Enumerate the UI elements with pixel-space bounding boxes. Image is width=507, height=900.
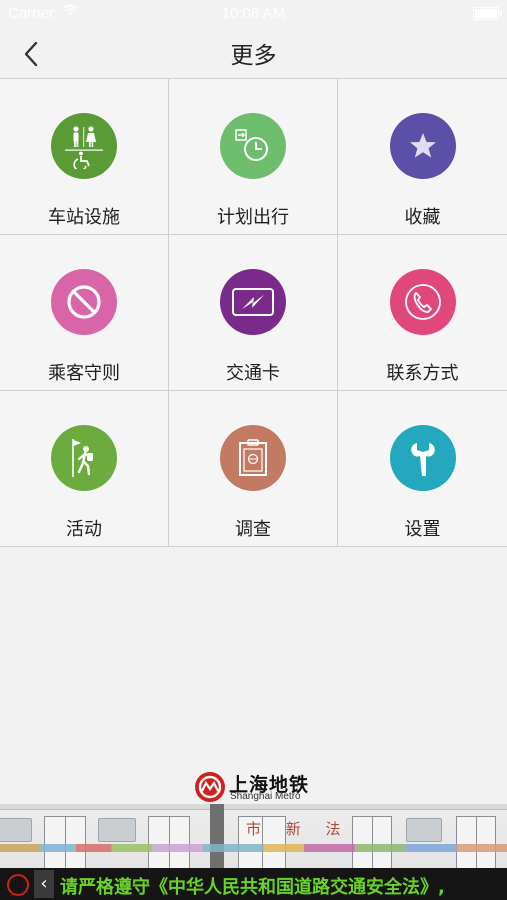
train-window (98, 818, 136, 842)
icon-circle (51, 425, 117, 491)
train-car-gap (210, 804, 224, 868)
icon-circle (220, 269, 286, 335)
plan-clock-icon (235, 129, 268, 161)
icon-circle (389, 113, 456, 179)
menu-item-label: 计划出行 (217, 207, 289, 228)
logo-english-text: Shanghai Metro (230, 791, 301, 802)
ticker-text: 请严格遵守《中华人民共和国道路交通安全法》, (60, 877, 445, 898)
menu-item-activities[interactable]: 活动 (0, 391, 169, 547)
menu-item-label: 车站设施 (48, 207, 120, 228)
menu-item-label: 收藏 (404, 207, 441, 228)
menu-item-label: 交通卡 (226, 363, 280, 384)
clipboard-survey-icon (239, 439, 267, 476)
menu-item-label: 乘客守则 (48, 363, 120, 384)
icon-circle (389, 425, 456, 491)
menu-item-label: 联系方式 (386, 363, 459, 384)
transit-card-icon (232, 288, 274, 316)
nav-bar: 更多 (0, 28, 507, 78)
battery-icon (473, 7, 502, 20)
train-illustration: 市 新 法 (0, 804, 507, 868)
metro-logo-icon (7, 874, 29, 896)
menu-item-trip-planner[interactable]: 计划出行 (169, 79, 338, 235)
menu-item-contact[interactable]: 联系方式 (338, 235, 507, 391)
icon-circle (389, 269, 456, 335)
restroom-accessibility-icon (65, 126, 103, 169)
icon-circle (220, 113, 286, 179)
train-door (456, 816, 496, 868)
icon-circle (51, 269, 117, 335)
shanghai-metro-logo: 上海地铁 Shanghai Metro (195, 770, 320, 804)
menu-item-transit-card[interactable]: 交通卡 (169, 235, 338, 391)
menu-item-passenger-rules[interactable]: 乘客守则 (0, 235, 169, 391)
wrench-icon (410, 443, 435, 476)
train-door (44, 816, 86, 868)
prohibited-icon (67, 285, 101, 319)
menu-item-label: 活动 (66, 519, 102, 540)
metro-logo-icon (195, 772, 225, 802)
ticker-back-button[interactable]: ‹ (34, 870, 54, 898)
icon-circle (51, 113, 117, 179)
train-door (148, 816, 190, 868)
clock: 10:08 AM (221, 5, 286, 22)
train-door (352, 816, 392, 868)
menu-item-station-facilities[interactable]: 车站设施 (0, 79, 169, 235)
menu-item-label: 调查 (235, 519, 271, 540)
page-title: 更多 (230, 43, 277, 69)
menu-item-settings[interactable]: 设置 (338, 391, 507, 547)
train-text: 市 新 法 (246, 820, 351, 838)
notice-ticker: ‹ 请严格遵守《中华人民共和国道路交通安全法》, (0, 868, 507, 900)
train-color-stripe (0, 844, 507, 852)
star-icon (409, 133, 436, 158)
menu-item-favorites[interactable]: 收藏 (338, 79, 507, 235)
menu-item-survey[interactable]: 调查 (169, 391, 338, 547)
menu-item-label: 设置 (404, 519, 441, 540)
train-window (406, 818, 442, 842)
train-window (0, 818, 32, 842)
menu-grid: 车站设施 计划出行 收藏 乘客守则 交通卡 联系方式 活动 调查 设置 (0, 78, 507, 547)
icon-circle (220, 425, 286, 491)
status-bar: Carrier 10:08 AM (0, 0, 507, 28)
phone-icon (404, 284, 441, 320)
hiker-flag-icon (72, 439, 93, 477)
